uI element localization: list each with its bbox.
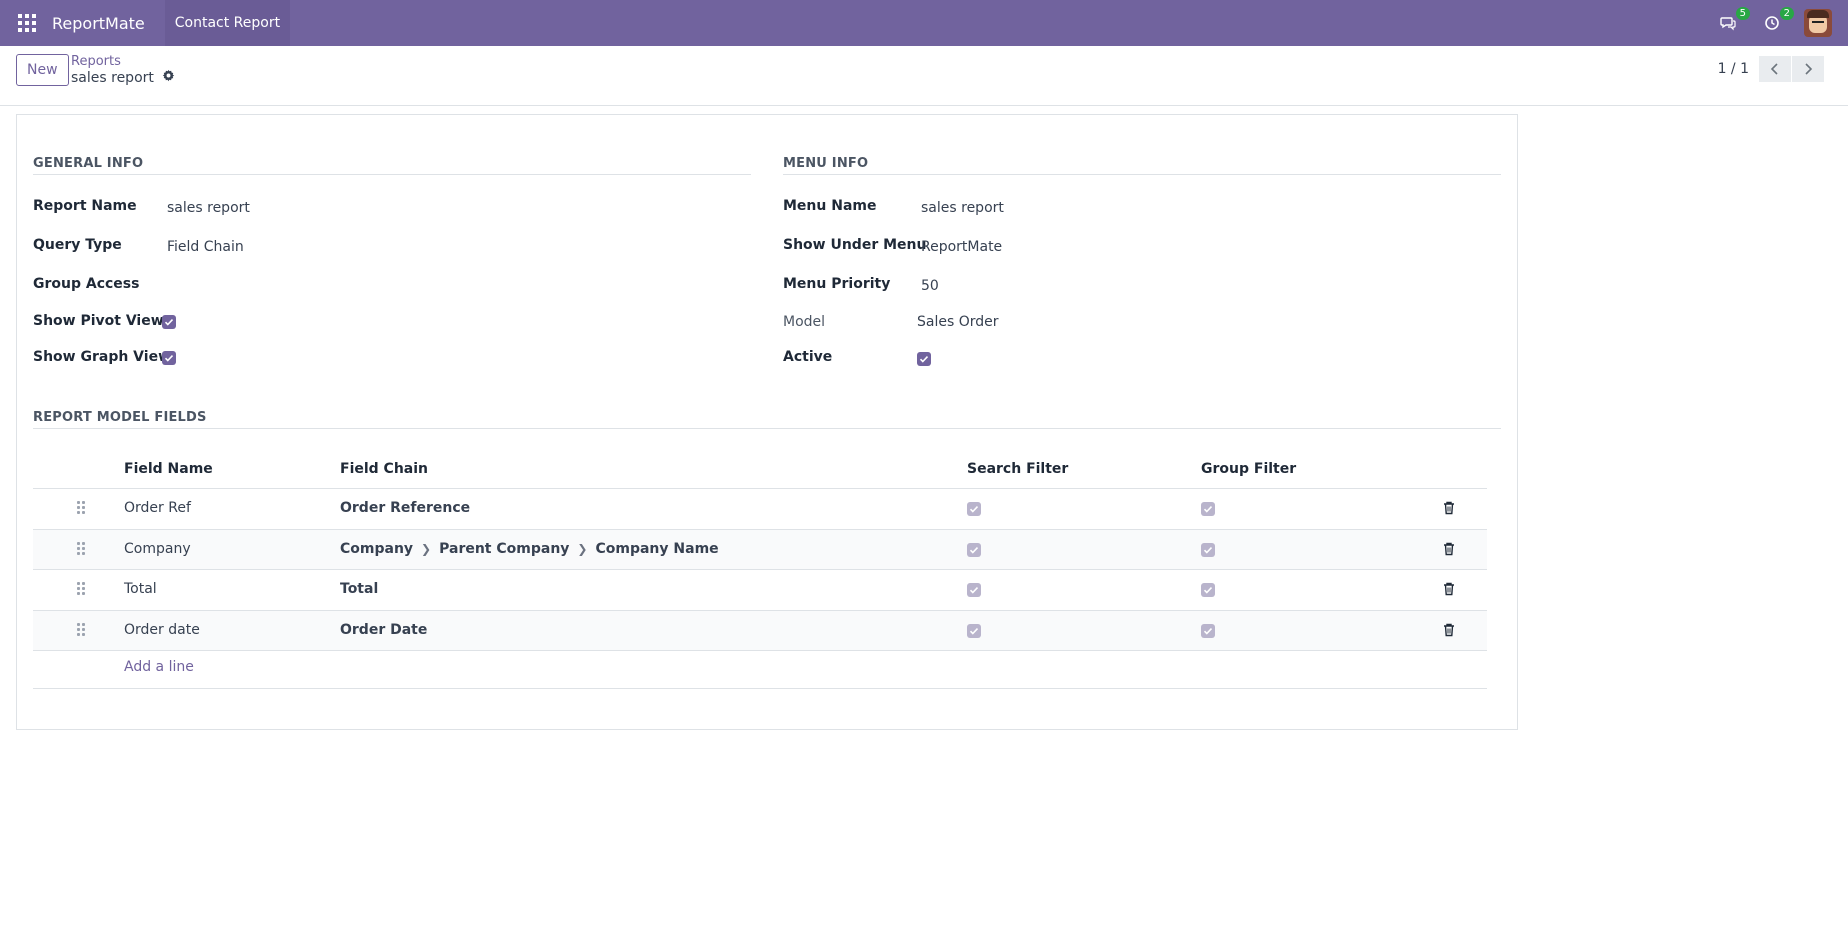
search-filter-checkbox[interactable] <box>967 623 981 638</box>
activities-clock-icon[interactable]: 2 <box>1760 7 1794 35</box>
active-checkbox[interactable] <box>917 352 931 366</box>
group-filter-checkbox[interactable] <box>1201 583 1215 597</box>
report-name-label: Report Name <box>33 198 137 214</box>
search-filter-checkbox[interactable] <box>967 502 981 516</box>
record-title: sales report <box>71 69 154 86</box>
apps-menu-icon[interactable] <box>18 14 36 32</box>
messages-badge: 5 <box>1735 7 1750 20</box>
form-sheet: GENERAL INFO Report Name sales report Qu… <box>16 114 1518 730</box>
gear-icon[interactable] <box>162 69 175 86</box>
column-search-filter[interactable]: Search Filter <box>967 461 1068 477</box>
show-pivot-label: Show Pivot View <box>33 313 164 329</box>
group-filter-checkbox[interactable] <box>1201 542 1215 557</box>
column-group-filter[interactable]: Group Filter <box>1201 461 1296 477</box>
chain-part: Order Reference <box>340 500 471 516</box>
menu-contact-report[interactable]: Contact Report <box>164 0 291 46</box>
pager-value[interactable]: 1 / 1 <box>1718 61 1749 77</box>
general-info-divider <box>33 174 751 175</box>
show-graph-label: Show Graph View <box>33 349 171 365</box>
systray: 5 2 <box>1716 0 1832 46</box>
drag-handle-icon[interactable] <box>77 501 85 515</box>
drag-handle-icon[interactable] <box>77 582 85 596</box>
drag-handle-icon[interactable] <box>77 541 85 556</box>
general-info-title: GENERAL INFO <box>33 156 144 171</box>
chevron-right-icon <box>1805 63 1813 75</box>
model-value: Sales Order <box>917 314 999 330</box>
menu-name-label: Menu Name <box>783 198 877 214</box>
search-filter-checkbox[interactable] <box>967 542 981 557</box>
pager: 1 / 1 <box>1718 56 1824 82</box>
app-brand[interactable]: ReportMate <box>52 14 145 33</box>
menu-name-field[interactable]: sales report <box>921 200 1004 216</box>
menu-priority-field[interactable]: 50 <box>921 278 939 294</box>
user-avatar[interactable] <box>1804 9 1832 37</box>
show-under-menu-label: Show Under Menu <box>783 237 927 253</box>
active-label: Active <box>783 349 833 365</box>
fields-table: Field Name Field Chain Search Filter Gro… <box>33 451 1487 689</box>
drag-handle-icon[interactable] <box>77 622 85 637</box>
trash-icon[interactable] <box>1443 582 1455 596</box>
pager-next-button[interactable] <box>1792 56 1824 82</box>
table-row[interactable]: Order Ref Order Reference <box>33 489 1487 530</box>
trash-icon[interactable] <box>1443 623 1455 637</box>
new-button[interactable]: New <box>16 54 69 86</box>
cell-field-name[interactable]: Order date <box>124 622 200 638</box>
query-type-label: Query Type <box>33 237 122 253</box>
breadcrumb-reports[interactable]: Reports <box>71 54 121 69</box>
report-model-fields-divider <box>33 428 1501 429</box>
table-row[interactable]: Order date Order Date <box>33 610 1487 651</box>
chevron-left-icon <box>1770 63 1778 75</box>
trash-icon[interactable] <box>1443 501 1455 515</box>
control-panel: New Reports sales report 1 / 1 <box>0 46 1848 106</box>
menu-info-title: MENU INFO <box>783 156 869 171</box>
add-line-link[interactable]: Add a line <box>124 659 194 675</box>
show-under-menu-field[interactable]: ReportMate <box>921 239 1002 255</box>
column-field-name[interactable]: Field Name <box>124 461 213 477</box>
pager-previous-button[interactable] <box>1759 56 1791 82</box>
chain-part: Company Name <box>595 540 719 557</box>
chevron-right-icon: ❯ <box>421 541 432 556</box>
breadcrumb-current: sales report <box>71 69 175 86</box>
report-model-fields-title: REPORT MODEL FIELDS <box>33 410 207 425</box>
cell-field-name[interactable]: Company <box>124 541 191 557</box>
group-filter-checkbox[interactable] <box>1201 623 1215 638</box>
chain-part: Parent Company <box>439 540 570 557</box>
top-navbar: ReportMate Contact Report 5 2 <box>0 0 1848 46</box>
table-row[interactable]: Company Company ❯ Parent Company ❯ Compa… <box>33 529 1487 570</box>
table-footer: Add a line <box>33 651 1487 689</box>
trash-icon[interactable] <box>1443 542 1455 556</box>
activities-badge: 2 <box>1779 7 1794 20</box>
cell-field-chain[interactable]: Order Reference <box>340 500 470 516</box>
model-label: Model <box>783 314 826 330</box>
menu-info-divider <box>783 174 1501 175</box>
report-name-field[interactable]: sales report <box>167 200 250 216</box>
cell-field-chain[interactable]: Order Date <box>340 622 427 638</box>
show-pivot-checkbox[interactable] <box>162 315 176 329</box>
chain-part: Order Date <box>340 621 428 638</box>
chevron-right-icon: ❯ <box>577 541 588 556</box>
menu-priority-label: Menu Priority <box>783 276 891 292</box>
search-filter-checkbox[interactable] <box>967 583 981 597</box>
table-row[interactable]: Total Total <box>33 570 1487 611</box>
cell-field-chain[interactable]: Company ❯ Parent Company ❯ Company Name <box>340 541 719 557</box>
cell-field-name[interactable]: Order Ref <box>124 500 191 516</box>
chain-part: Company <box>340 540 414 557</box>
cell-field-name[interactable]: Total <box>124 581 157 597</box>
group-filter-checkbox[interactable] <box>1201 502 1215 516</box>
show-graph-checkbox[interactable] <box>162 351 176 365</box>
column-field-chain[interactable]: Field Chain <box>340 461 428 477</box>
cell-field-chain[interactable]: Total <box>340 581 378 597</box>
group-access-label: Group Access <box>33 276 140 292</box>
table-header: Field Name Field Chain Search Filter Gro… <box>33 451 1487 489</box>
chain-part: Total <box>340 581 379 597</box>
messages-icon[interactable]: 5 <box>1716 7 1750 35</box>
query-type-field[interactable]: Field Chain <box>167 239 244 255</box>
